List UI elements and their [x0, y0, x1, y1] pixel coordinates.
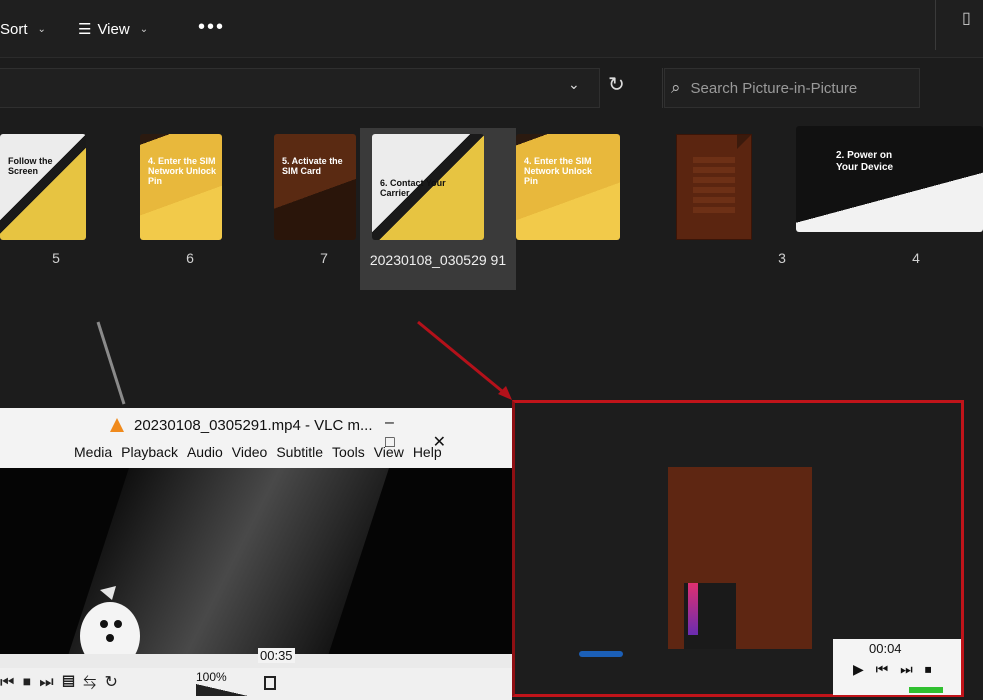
menu-video[interactable]: Video: [232, 444, 268, 468]
vlc-cone-graphic: [80, 586, 140, 654]
thumbnail-text: 4. Enter the SIM Network Unlock Pin: [524, 156, 593, 186]
gray-arrow: [96, 321, 126, 405]
pip-playback-buttons[interactable]: ▶ ⏮ ⏭ ⏹: [853, 661, 936, 678]
file-label: 3: [778, 250, 786, 266]
menu-audio[interactable]: Audio: [187, 444, 223, 468]
details-pane-icon[interactable]: ▯: [962, 8, 971, 28]
file-label: 20230108_030529 91: [369, 252, 507, 268]
vlc-cone-icon: [108, 416, 126, 434]
file-thumbnail[interactable]: 4. Enter the SIM Network Unlock Pin: [140, 134, 222, 240]
sort-button[interactable]: Sort ⌄: [0, 16, 46, 42]
chevron-down-icon: ⌄: [37, 23, 46, 35]
red-arrow: [417, 320, 509, 398]
thumbnail-text: 4. Enter the SIM Network Unlock Pin: [148, 156, 217, 186]
playback-buttons[interactable]: ⏮ ⏹ ⏭ ▤ ⇆ ↻: [0, 672, 120, 692]
more-icon: •••: [198, 15, 226, 38]
file-label: 5: [52, 250, 60, 266]
pip-gradient-bar: [688, 583, 698, 635]
chevron-down-icon: ⌄: [139, 23, 149, 35]
vlc-menu-bar: Media Playback Audio Video Subtitle Tool…: [0, 444, 512, 468]
pip-volume-bar[interactable]: [909, 687, 943, 693]
pip-video-frame: [668, 467, 812, 649]
vlc-video-area[interactable]: [0, 468, 512, 654]
view-label: View: [97, 20, 130, 38]
pip-time: 00:04: [869, 641, 902, 656]
view-icon: ☰: [78, 21, 92, 38]
file-thumbnail[interactable]: 4. Enter the SIM Network Unlock Pin: [516, 134, 620, 240]
file-label: 4: [912, 250, 920, 266]
picture-in-picture-window[interactable]: 00:04 ▶ ⏮ ⏭ ⏹: [512, 400, 964, 697]
thumbnail-text: 6. Contact Your Carrier: [380, 178, 446, 198]
search-placeholder: Search Picture-in-Picture: [690, 79, 858, 97]
toolbar-divider: [935, 0, 936, 50]
pip-progress-mark: [579, 651, 623, 657]
menu-subtitle[interactable]: Subtitle: [276, 444, 323, 468]
search-icon: ⌕: [671, 78, 681, 97]
file-thumbnail[interactable]: Follow the Screen: [0, 134, 86, 240]
more-options-button[interactable]: •••: [198, 14, 225, 40]
seek-bar[interactable]: [0, 654, 512, 668]
address-row: ⌄ ↻ ⌕ Search Picture-in-Picture: [0, 66, 983, 114]
menu-playback[interactable]: Playback: [121, 444, 178, 468]
menu-media[interactable]: Media: [74, 444, 112, 468]
file-thumbnail[interactable]: 5. Activate the SIM Card: [274, 134, 356, 240]
refresh-icon[interactable]: ↻: [608, 72, 625, 97]
document-icon: [693, 157, 735, 217]
search-input[interactable]: ⌕ Search Picture-in-Picture: [664, 68, 920, 108]
menu-view[interactable]: View: [374, 444, 404, 468]
thumbnail-text: Follow the Screen: [8, 156, 53, 176]
volume-slider[interactable]: [196, 684, 248, 696]
pip-controls: 00:04 ▶ ⏮ ⏭ ⏹: [833, 639, 961, 695]
file-label: 6: [186, 250, 194, 266]
file-thumbnail[interactable]: [676, 134, 752, 240]
file-label: 7: [320, 250, 328, 266]
address-bar[interactable]: [0, 68, 600, 108]
menu-tools[interactable]: Tools: [332, 444, 365, 468]
menu-help[interactable]: Help: [413, 444, 442, 468]
explorer-toolbar: Sort ⌄ ☰ View ⌄ ••• ▯: [0, 0, 983, 58]
fullscreen-icon[interactable]: [264, 676, 276, 690]
vlc-window: 20230108_0305291.mp4 - VLC m... –□✕ Medi…: [0, 408, 512, 700]
red-arrowhead: [498, 386, 512, 400]
divider: [662, 68, 663, 108]
vlc-title: 20230108_0305291.mp4 - VLC m...: [134, 416, 373, 434]
view-button[interactable]: ☰ View ⌄: [78, 16, 148, 42]
thumbnail-text: 5. Activate the SIM Card: [282, 156, 343, 176]
vlc-control-bar: ⏮ ⏹ ⏭ ▤ ⇆ ↻ 100%: [0, 668, 512, 700]
thumbnail-text: 2. Power on Your Device: [836, 150, 894, 173]
address-dropdown-icon[interactable]: ⌄: [568, 76, 580, 93]
file-thumbnail[interactable]: 2. Power on Your Device: [796, 126, 983, 232]
volume-label: 100%: [196, 670, 227, 684]
minimize-icon[interactable]: –: [385, 414, 432, 431]
sort-label: Sort: [0, 20, 28, 38]
playback-time: 00:35: [258, 648, 295, 663]
file-thumbnail[interactable]: 6. Contact Your Carrier: [372, 134, 484, 240]
